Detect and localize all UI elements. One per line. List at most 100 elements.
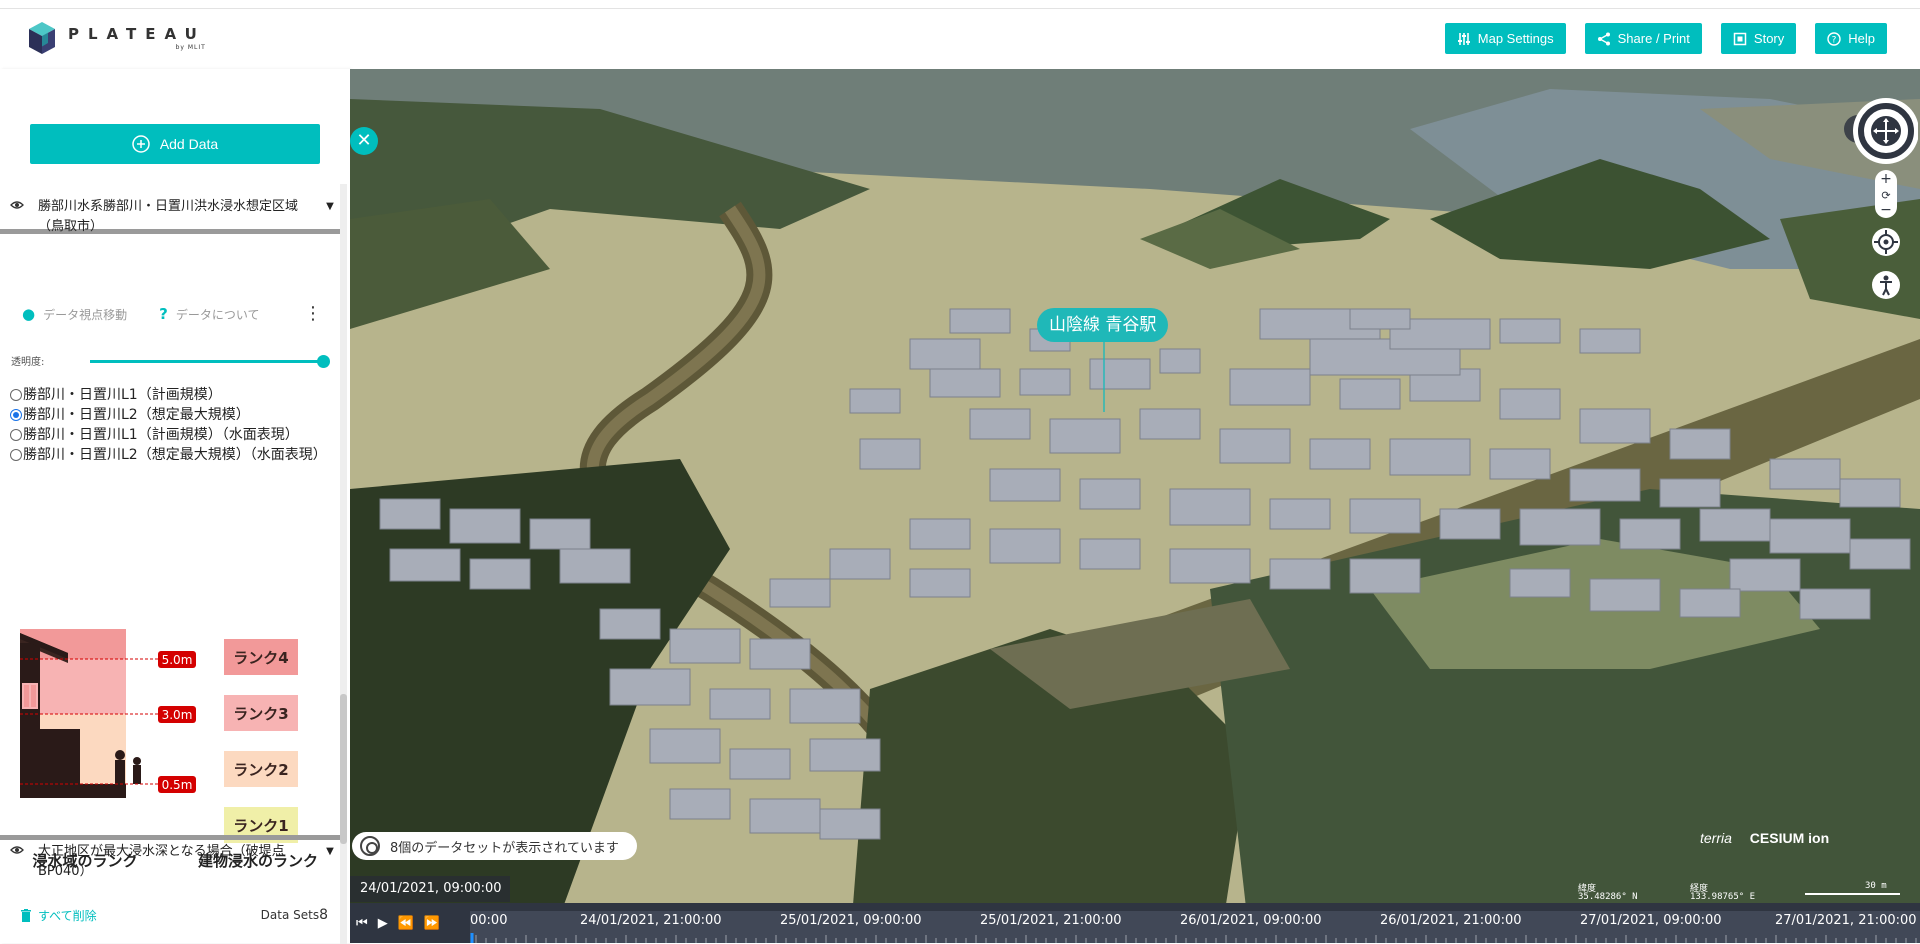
plateau-cube-icon bbox=[29, 22, 55, 54]
add-data-button[interactable]: Add Data bbox=[30, 124, 320, 164]
timeline-label: 00:00 bbox=[470, 913, 508, 928]
radio-button-selected[interactable] bbox=[10, 409, 22, 421]
scale-label: 30 m bbox=[1865, 881, 1887, 891]
question-icon: ? bbox=[159, 305, 168, 323]
rank-1-label: ランク1 bbox=[233, 817, 288, 835]
help-label: Help bbox=[1848, 31, 1875, 46]
timeline-label: 26/01/2021, 21:00:00 bbox=[1380, 913, 1522, 928]
datasets-count-value: 8 bbox=[319, 907, 328, 923]
dataset-divider bbox=[0, 835, 340, 840]
map-viewer-3d[interactable] bbox=[350, 69, 1920, 943]
top-border bbox=[0, 0, 1920, 9]
timeline-label: 25/01/2021, 21:00:00 bbox=[980, 913, 1122, 928]
delete-all-label: すべて削除 bbox=[38, 909, 97, 923]
opacity-slider-handle[interactable] bbox=[317, 355, 330, 368]
pedestrian-mode-button[interactable] bbox=[1872, 271, 1900, 299]
map-pin-icon: ● bbox=[22, 305, 36, 323]
timeline-label: 27/01/2021, 09:00:00 bbox=[1580, 913, 1722, 928]
depth-label-05m: 0.5m bbox=[162, 778, 193, 792]
play-icon[interactable]: ▶ bbox=[378, 916, 388, 931]
opacity-slider-track[interactable] bbox=[90, 360, 325, 363]
layers-icon bbox=[360, 836, 380, 856]
station-pin-line bbox=[1103, 342, 1105, 412]
zoom-out-icon[interactable]: − bbox=[1880, 202, 1892, 218]
latitude-value: 35.48286° N bbox=[1578, 892, 1638, 902]
current-time-label: 24/01/2021, 09:00:00 bbox=[350, 876, 510, 902]
more-vertical-icon[interactable]: ⋮ bbox=[304, 305, 322, 323]
map-settings-button[interactable]: Map Settings bbox=[1444, 23, 1566, 54]
dataset-header-2[interactable]: 大正地区が最大浸水深となる場合（破堤点BP040） ▼ bbox=[10, 842, 340, 882]
my-location-button[interactable] bbox=[1872, 228, 1900, 256]
style-option-l2[interactable]: 勝部川・日置川L2（想定最大規模） bbox=[10, 405, 330, 425]
datasets-visible-text: 8個のデータセットが表示されています bbox=[390, 840, 619, 856]
map-settings-label: Map Settings bbox=[1477, 31, 1554, 46]
compass-control[interactable] bbox=[1853, 98, 1918, 164]
radio-button[interactable] bbox=[10, 449, 22, 461]
radio-button[interactable] bbox=[10, 429, 22, 441]
depth-label-5m: 5.0m bbox=[162, 653, 193, 667]
coordinate-readout: 緯度 35.48286° N 経度 133.98765° E 30 m bbox=[1575, 881, 1905, 903]
timeline-labels: 00:00 24/01/2021, 21:00:00 25/01/2021, 0… bbox=[470, 913, 1920, 929]
workbench-sidebar: Add Data 勝部川水系勝部川・日置川洪水浸水想定区域（鳥取市） ▼ ● デ… bbox=[0, 69, 350, 944]
flood-rank-legend: 5.0m 3.0m 0.5m ランク4 ランク3 ランク2 ランク1 浸水域のラ… bbox=[20, 629, 318, 869]
dataset-count: Data Sets8 bbox=[261, 907, 328, 923]
opacity-label: 透明度: bbox=[11, 357, 45, 368]
collapse-sidebar-button[interactable]: ✕ bbox=[350, 127, 378, 155]
style-option-l1-water[interactable]: 勝部川・日置川L1（計画規模）（水面表現） bbox=[10, 425, 330, 445]
share-icon bbox=[1597, 32, 1610, 45]
dataset-title-2: 大正地区が最大浸水深となる場合（破堤点BP040） bbox=[38, 844, 285, 879]
radio-button[interactable] bbox=[10, 389, 22, 401]
step-forward-icon[interactable]: ⏩ bbox=[424, 916, 440, 931]
logo-subtitle: by MLIT bbox=[175, 44, 206, 51]
longitude-value: 133.98765° E bbox=[1690, 892, 1756, 902]
chevron-down-icon[interactable]: ▼ bbox=[320, 842, 340, 882]
style-option-label: 勝部川・日置川L1（計画規模）（水面表現） bbox=[23, 427, 299, 443]
map-scene bbox=[350, 69, 1920, 943]
delete-all-button[interactable]: すべて削除 bbox=[20, 907, 97, 924]
datasets-label: Data Sets bbox=[260, 908, 320, 922]
dataset-header-1[interactable]: 勝部川水系勝部川・日置川洪水浸水想定区域（鳥取市） ▼ bbox=[10, 197, 340, 237]
style-option-label: 勝部川・日置川L2（想定最大規模）（水面表現） bbox=[23, 447, 327, 463]
zoom-reset-icon[interactable]: ⟳ bbox=[1881, 189, 1890, 202]
datasets-visible-pill[interactable]: 8個のデータセットが表示されています bbox=[352, 832, 637, 860]
help-circle-icon: ? bbox=[1827, 31, 1841, 46]
plateau-logo[interactable]: PLATEAU by MLIT bbox=[28, 21, 206, 55]
rank-4-label: ランク4 bbox=[233, 649, 288, 667]
story-button[interactable]: Story bbox=[1720, 23, 1797, 54]
zoom-controls[interactable]: + ⟳ − bbox=[1875, 170, 1897, 218]
data-view-move-label: データ視点移動 bbox=[43, 307, 128, 322]
eye-icon[interactable] bbox=[10, 842, 38, 882]
style-option-label: 勝部川・日置川L2（想定最大規模） bbox=[23, 407, 250, 423]
station-label[interactable]: 山陰線 青谷駅 bbox=[1037, 308, 1169, 342]
scale-bar bbox=[1805, 893, 1900, 895]
style-option-l1[interactable]: 勝部川・日置川L1（計画規模） bbox=[10, 385, 330, 405]
map-credits: terria CESIUM ion bbox=[1700, 830, 1829, 846]
map-navigation-controls: ? + bbox=[1844, 98, 1918, 299]
data-about-label: データについて bbox=[175, 307, 260, 322]
style-option-l2-water[interactable]: 勝部川・日置川L2（想定最大規模）（水面表現） bbox=[10, 445, 330, 465]
chevron-down-icon[interactable]: ▼ bbox=[320, 197, 340, 237]
story-icon bbox=[1733, 32, 1747, 45]
plus-circle-icon bbox=[132, 135, 150, 153]
add-data-label: Add Data bbox=[159, 136, 219, 152]
data-view-move-button[interactable]: ● データ視点移動 bbox=[22, 305, 127, 323]
step-back-icon[interactable]: ⏪ bbox=[398, 916, 414, 931]
app-header: PLATEAU by MLIT Map Settings Share / Pri… bbox=[0, 9, 1920, 69]
share-print-button[interactable]: Share / Print bbox=[1584, 23, 1702, 54]
story-label: Story bbox=[1753, 31, 1785, 46]
eye-icon[interactable] bbox=[10, 197, 38, 237]
terria-credit: terria bbox=[1700, 830, 1732, 846]
timeline-ticks bbox=[470, 933, 1917, 943]
logo-title: PLATEAU bbox=[68, 25, 206, 43]
rank-3-label: ランク3 bbox=[233, 705, 288, 723]
timeline-bar: ⏮ ▶ ⏪ ⏩ 00:00 24/01/2021, 21:00:00 25/01… bbox=[350, 903, 1920, 943]
rank-2-label: ランク2 bbox=[233, 761, 288, 779]
zoom-in-icon[interactable]: + bbox=[1880, 171, 1892, 187]
timeline-label: 27/01/2021, 21:00:00 bbox=[1775, 913, 1917, 928]
skip-back-icon[interactable]: ⏮ bbox=[356, 916, 368, 931]
sidebar-scrollbar-thumb[interactable] bbox=[340, 694, 347, 844]
style-option-label: 勝部川・日置川L1（計画規模） bbox=[23, 387, 222, 403]
timeline-label: 26/01/2021, 09:00:00 bbox=[1180, 913, 1322, 928]
help-button[interactable]: ? Help bbox=[1815, 23, 1887, 54]
data-about-button[interactable]: ? データについて bbox=[159, 305, 259, 323]
